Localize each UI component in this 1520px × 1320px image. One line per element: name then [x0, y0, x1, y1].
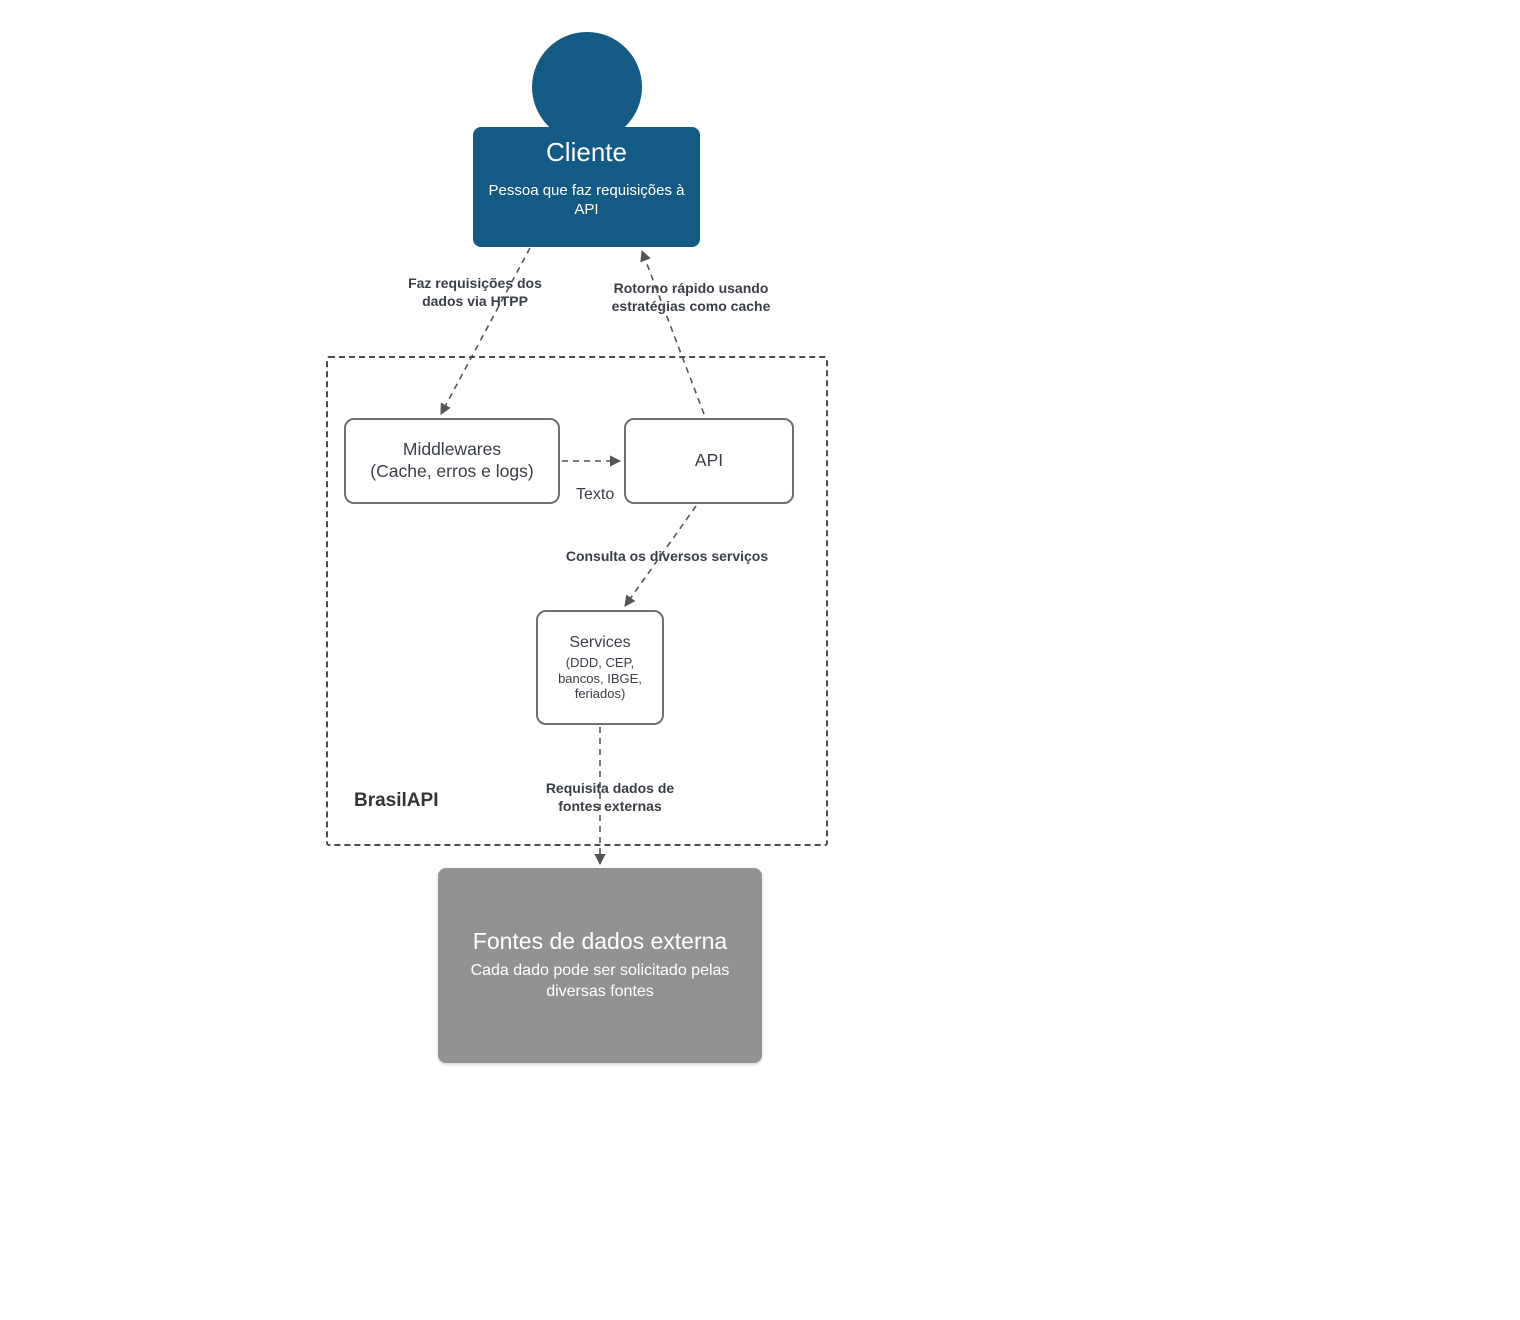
edge-label-mw-to-api-sub: Texto — [576, 486, 614, 504]
diagram-canvas: Cliente Pessoa que faz requisições à API… — [0, 0, 1520, 1320]
external-desc: Cada dado pode ser solicitado pelas dive… — [470, 961, 730, 1003]
edge-label-api-to-client: Rotorno rápido usando estratégias como c… — [606, 280, 776, 315]
middlewares-box: Middlewares (Cache, erros e logs) — [344, 418, 560, 504]
external-box: Fontes de dados externa Cada dado pode s… — [438, 868, 762, 1063]
services-box: Services (DDD, CEP, bancos, IBGE, feriad… — [536, 610, 664, 725]
actor-cliente: Cliente Pessoa que faz requisições à API — [473, 127, 700, 247]
api-title: API — [695, 450, 723, 472]
edge-label-client-to-mw: Faz requisições dos dados via HTPP — [390, 275, 560, 310]
external-title: Fontes de dados externa — [473, 928, 727, 955]
middlewares-title: Middlewares — [403, 439, 501, 461]
actor-desc: Pessoa que faz requisições à API — [485, 182, 688, 220]
brasilapi-label: BrasilAPI — [354, 790, 438, 812]
edge-label-api-to-services: Consulta os diversos serviços — [552, 548, 782, 566]
services-sub: (DDD, CEP, bancos, IBGE, feriados) — [545, 655, 655, 702]
services-title: Services — [569, 633, 630, 653]
actor-title: Cliente — [485, 137, 688, 168]
middlewares-sub: (Cache, erros e logs) — [370, 461, 533, 483]
api-box: API — [624, 418, 794, 504]
actor-head-icon — [532, 32, 642, 142]
edge-label-services-to-ext: Requisita dados de fontes externas — [535, 780, 685, 815]
